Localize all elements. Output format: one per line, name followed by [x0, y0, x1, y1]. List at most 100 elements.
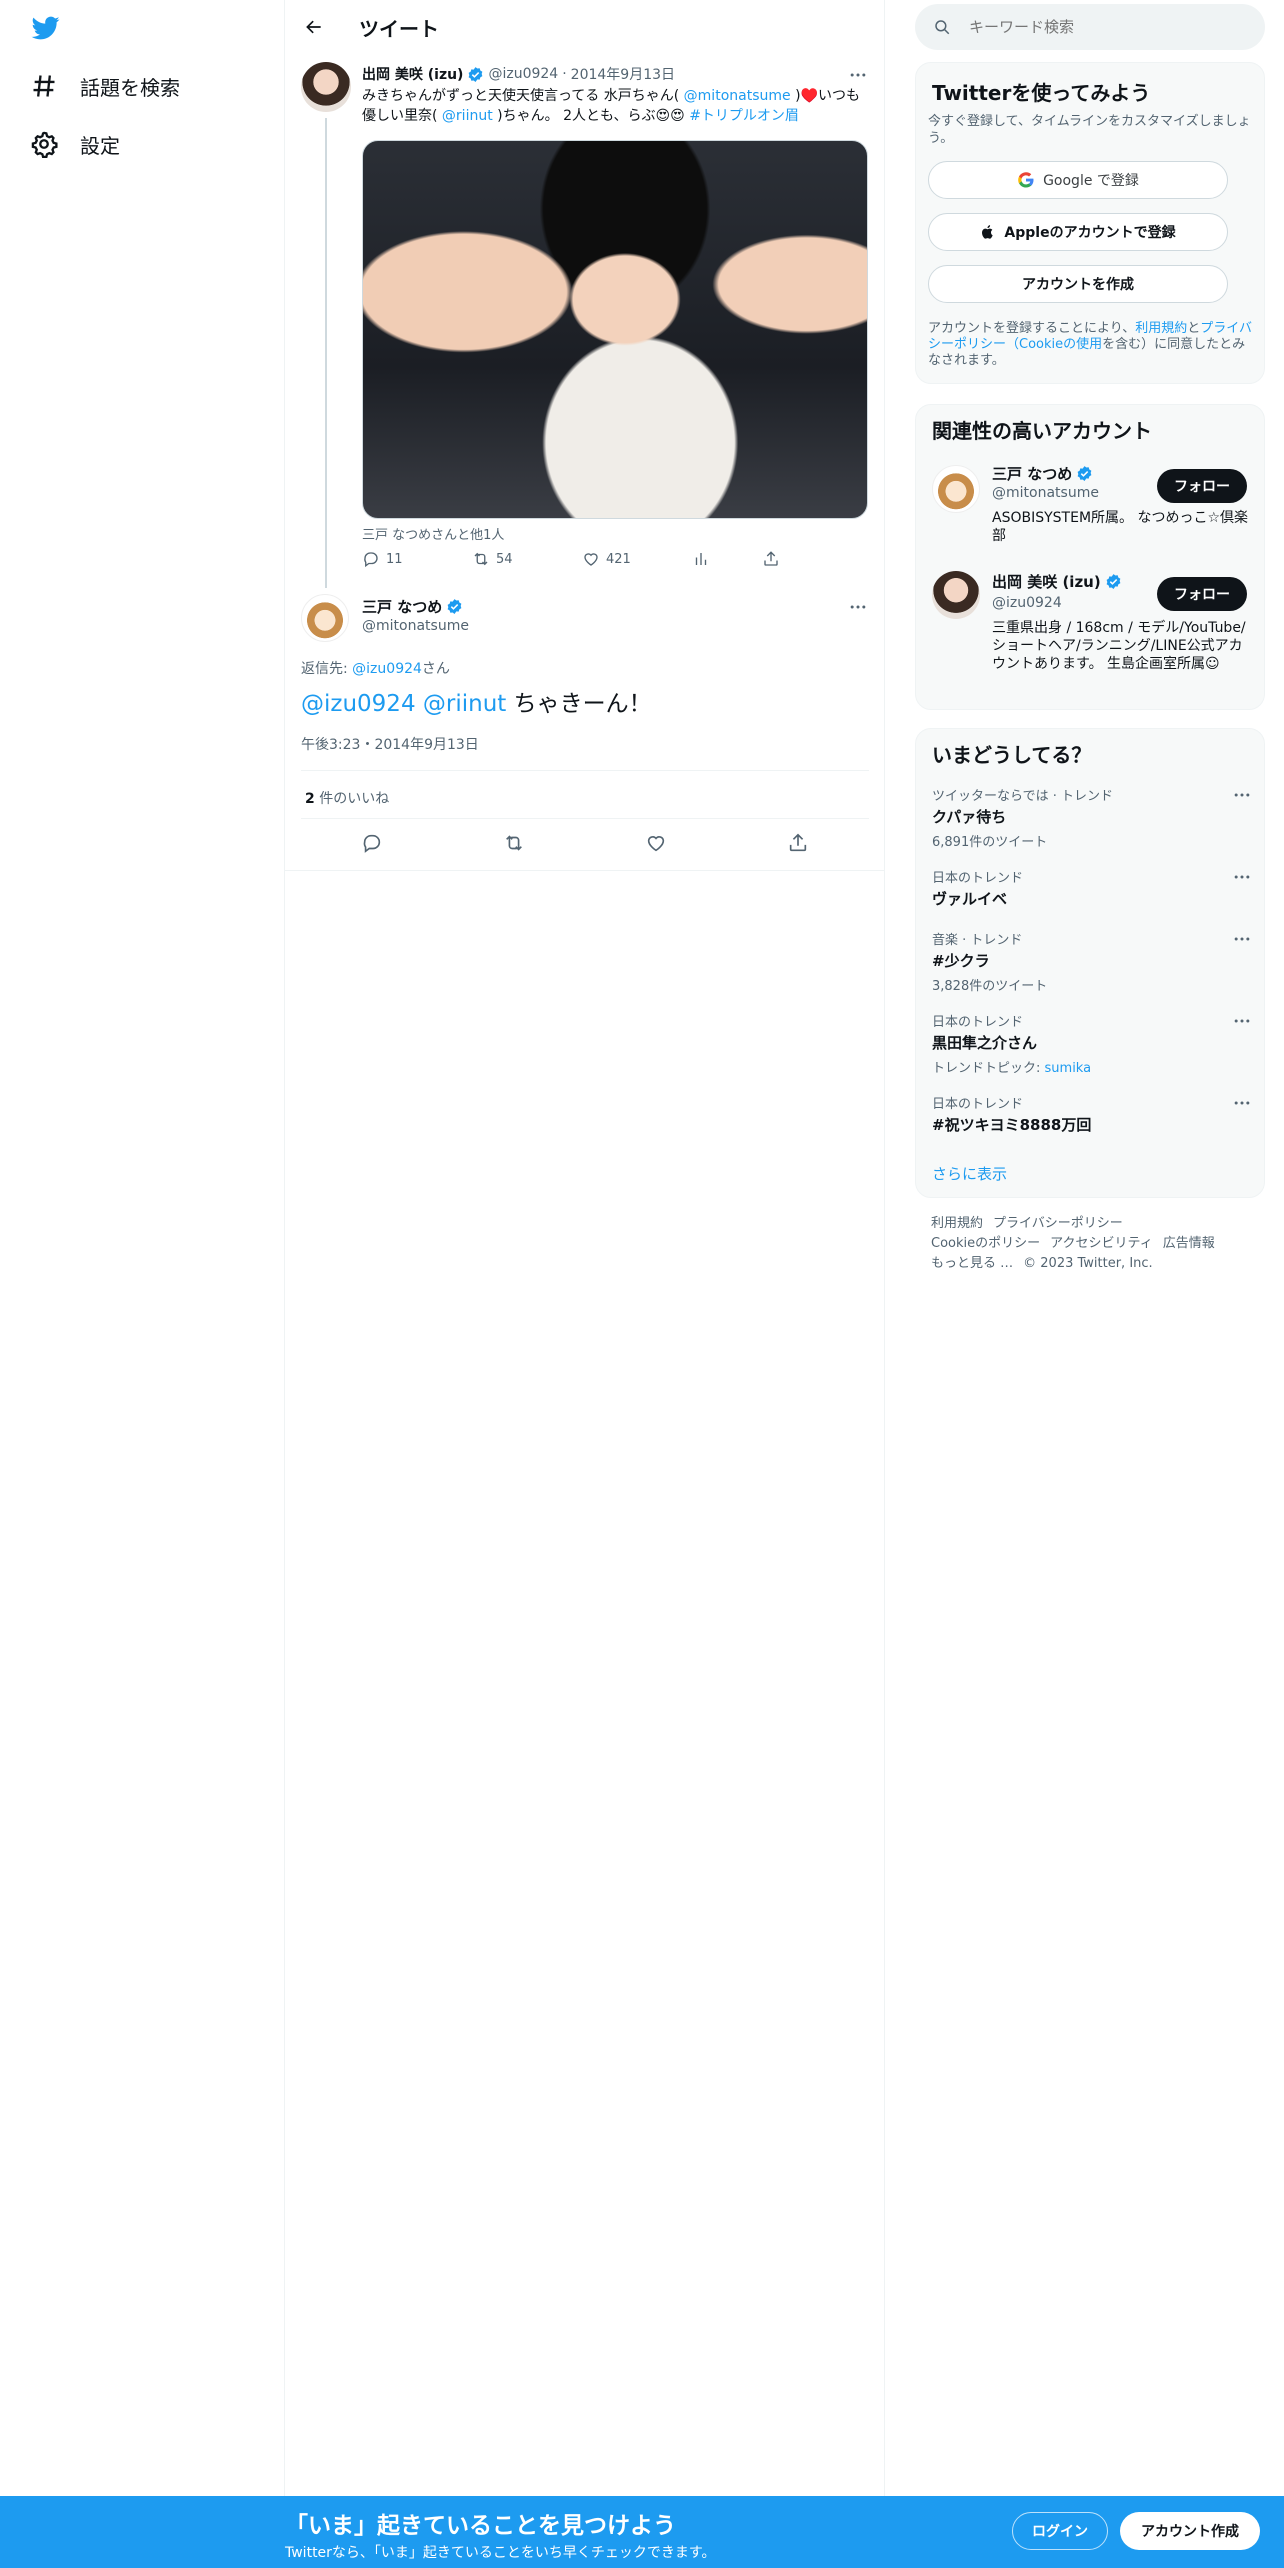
account-name: 三戸 なつめ [992, 465, 1073, 483]
retweet-button[interactable] [503, 832, 525, 854]
trend-item[interactable]: 日本のトレンド 黒田隼之介さん トレンドトピック: sumika [932, 1011, 1252, 1076]
create-account-button[interactable]: アカウントを作成 [928, 265, 1228, 303]
more-icon[interactable] [847, 64, 869, 86]
trend-meta: 日本のトレンド [932, 1015, 1024, 1030]
author-handle[interactable]: @mitonatsume [362, 618, 469, 634]
likes-label: 件のいいね [314, 791, 390, 807]
more-icon[interactable] [1232, 1093, 1252, 1113]
footer-link[interactable]: プライバシーポリシー [993, 1216, 1123, 1231]
trend-name: 黒田隼之介さん [932, 1034, 1038, 1052]
trend-meta: 音楽 · トレンド [932, 933, 1023, 948]
mention-link[interactable]: @riinut [442, 108, 493, 124]
avatar[interactable] [301, 62, 351, 112]
mention-link[interactable]: @riinut [423, 691, 506, 717]
tweet-text: @izu0924 @riinut ちゃきーん！ [301, 688, 652, 720]
trend-item[interactable]: ツイッターならでは · トレンド クパァ待ち 6,891件のツイート [932, 785, 1252, 850]
signup-button[interactable]: アカウント作成 [1120, 2512, 1260, 2550]
mention-link[interactable]: @izu0924 [301, 691, 416, 717]
tweet-photo[interactable] [362, 140, 868, 519]
trend-name: ヴァルイベ [932, 890, 1008, 908]
tweet-date[interactable]: 2014年9月13日 [571, 64, 675, 84]
tweet-text-part: みきちゃんがずっと天使天使言ってる 水戸ちゃん( [362, 88, 684, 104]
search-input[interactable] [969, 4, 1249, 50]
reply-button[interactable]: 11 [362, 550, 472, 568]
nav-explore[interactable]: 話題を検索 [30, 66, 180, 106]
author-handle[interactable]: @izu0924 [488, 66, 558, 82]
footer-link[interactable]: アクセシビリティ [1050, 1236, 1153, 1251]
like-button[interactable] [645, 832, 667, 854]
follow-button[interactable]: フォロー [1157, 577, 1247, 611]
tweet-header: 出岡 美咲 (izu) @izu0924 · 2014年9月13日 [362, 64, 675, 84]
more-icon[interactable] [1232, 785, 1252, 805]
footer-link[interactable]: Cookieのポリシー [931, 1236, 1040, 1251]
account-name-row[interactable]: 三戸 なつめ [992, 463, 1093, 484]
share-button[interactable] [787, 832, 809, 854]
apple-signup-button[interactable]: Appleのアカウントで登録 [928, 213, 1228, 251]
bottom-bar-subtitle: Twitterなら、「いま」起きていることをいち早くチェックできます。 [285, 2545, 716, 2561]
like-button[interactable]: 421 [582, 550, 692, 568]
account-handle[interactable]: @izu0924 [992, 595, 1062, 611]
mention-link[interactable]: @izu0924 [352, 661, 422, 677]
google-signup-label: Google で登録 [1043, 173, 1139, 189]
account-bio: 三重県出身 / 168cm / モデル/YouTube/ショートヘア/ランニング… [992, 620, 1246, 672]
share-button[interactable] [762, 550, 832, 568]
twitter-bird-icon[interactable] [30, 14, 66, 44]
trend-name: クパァ待ち [932, 808, 1007, 826]
trend-topic-link[interactable]: sumika [1045, 1061, 1092, 1076]
avatar[interactable] [932, 465, 980, 513]
avatar[interactable] [932, 571, 980, 619]
search-bar[interactable] [915, 4, 1265, 50]
more-icon[interactable] [1232, 1011, 1252, 1031]
verified-badge-icon [1106, 574, 1121, 589]
tweet-timestamp[interactable]: 午後3:23・2014年9月13日 [301, 734, 479, 754]
more-icon[interactable] [847, 596, 869, 618]
retweet-icon [474, 552, 488, 566]
nav-explore-label: 話題を検索 [80, 75, 180, 100]
account-handle[interactable]: @mitonatsume [992, 485, 1099, 501]
divider [301, 818, 869, 819]
divider [301, 770, 869, 771]
account-name-row[interactable]: 出岡 美咲 (izu) [992, 571, 1122, 592]
author-name-row: 三戸 なつめ [362, 596, 463, 617]
search-icon [935, 20, 950, 35]
show-more-link[interactable]: さらに表示 [932, 1163, 1007, 1184]
signup-subtitle: 今すぐ登録して、タイムラインをカスタマイズしましょう。 [928, 114, 1251, 146]
replying-prefix: 返信先: [301, 661, 353, 677]
verified-badge-icon [1077, 466, 1092, 481]
reply-button[interactable] [361, 832, 383, 854]
analytics-button[interactable] [692, 550, 762, 568]
more-icon[interactable] [1232, 867, 1252, 887]
verified-badge-icon [469, 66, 483, 82]
back-button[interactable] [299, 12, 329, 42]
main-column: ツイート 出岡 美咲 (izu) @izu0924 · 2014年9月13日 み… [285, 0, 885, 2568]
page-title: ツイート [359, 17, 439, 41]
hashtag-link[interactable]: #トリプルオン眉 [689, 108, 799, 124]
author-name[interactable]: 出岡 美咲 (izu) [362, 64, 463, 84]
trend-item[interactable]: 日本のトレンド ヴァルイベ [932, 867, 1252, 909]
related-accounts-card: 関連性の高いアカウント 三戸 なつめ @mitonatsume ASOBISYS… [915, 404, 1265, 710]
login-button[interactable]: ログイン [1012, 2512, 1108, 2550]
nav-settings[interactable]: 設定 [30, 124, 120, 164]
bottom-bar-title: 「いま」起きていることを見つけよう [285, 2513, 676, 2539]
author-name[interactable]: 三戸 なつめ [362, 596, 442, 617]
tweet-actions: 11 54 421 [362, 550, 832, 568]
likes-summary[interactable]: 2 件のいいね [305, 788, 389, 808]
avatar[interactable] [301, 594, 349, 642]
more-icon[interactable] [1232, 929, 1252, 949]
replying-suffix: さん [421, 661, 450, 677]
follow-button[interactable]: フォロー [1157, 469, 1247, 503]
footer-link[interactable]: 広告情報 [1163, 1236, 1215, 1251]
terms-link[interactable]: 利用規約 [1135, 321, 1187, 336]
photo-tag-caption[interactable]: 三戸 なつめさんと他1人 [362, 524, 504, 543]
mention-link[interactable]: @mitonatsume [684, 88, 791, 104]
trends-title: いまどうしてる？ [932, 743, 1092, 767]
trend-topic: トレンドトピック: sumika [932, 1057, 1252, 1076]
retweet-button[interactable]: 54 [472, 550, 582, 568]
trend-item[interactable]: 日本のトレンド #祝ツキヨミ8888万回 [932, 1093, 1252, 1135]
trend-item[interactable]: 音楽 · トレンド #少クラ 3,828件のツイート [932, 929, 1252, 994]
footer-link[interactable]: 利用規約 [931, 1216, 983, 1231]
google-signup-button[interactable]: Google で登録 [928, 161, 1228, 199]
verified-badge-icon [447, 599, 462, 614]
footer-link[interactable]: もっと見る … [931, 1256, 1013, 1271]
apple-signup-label: Appleのアカウントで登録 [1004, 225, 1176, 241]
